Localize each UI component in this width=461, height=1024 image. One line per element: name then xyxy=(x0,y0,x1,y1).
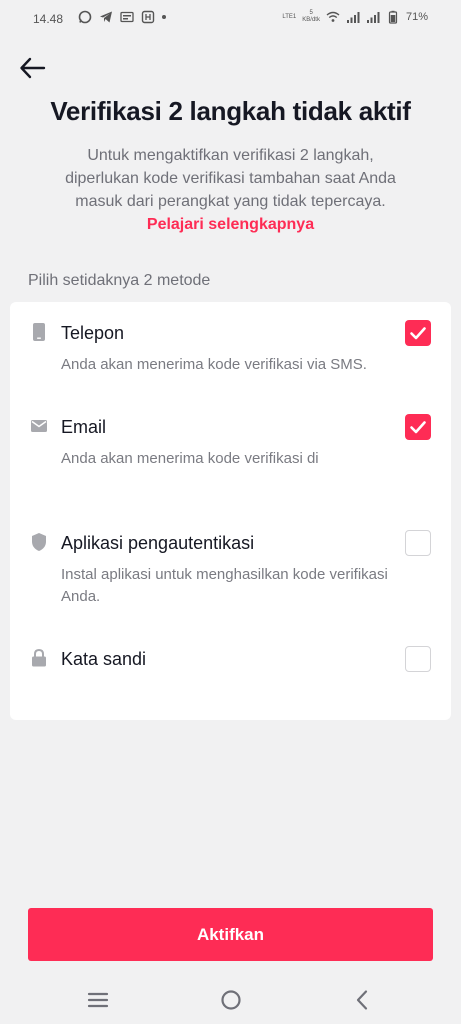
signal-icon-2 xyxy=(366,10,380,24)
lock-icon xyxy=(30,648,48,668)
back-nav-icon[interactable] xyxy=(350,988,376,1012)
method-note: Instal aplikasi untuk menghasilkan kode … xyxy=(61,566,388,605)
network-speed-unit: KB/dtk xyxy=(302,17,320,23)
battery-icon xyxy=(386,10,400,24)
lte-label: LTE1 xyxy=(282,13,297,20)
method-name: Aplikasi pengautentikasi xyxy=(61,533,255,553)
method-checkbox-phone[interactable] xyxy=(405,320,431,346)
page-title: Verifikasi 2 langkah tidak aktif xyxy=(50,96,411,126)
back-arrow-icon xyxy=(20,57,46,79)
method-note: Anda akan menerima kode verifikasi via S… xyxy=(61,356,367,373)
status-bar: 14.48 LTE1 5 KB/dtk 71% xyxy=(0,0,461,38)
app-icon xyxy=(141,10,155,24)
page-description: Untuk mengaktifkan verifikasi 2 langkah,… xyxy=(50,144,411,236)
checkmark-icon xyxy=(410,327,426,340)
back-button[interactable] xyxy=(18,54,48,82)
battery-percent: 71% xyxy=(405,11,428,23)
learn-more-link[interactable]: Pelajari selengkapnya xyxy=(147,216,314,233)
recent-apps-icon[interactable] xyxy=(85,988,111,1012)
description-text: Untuk mengaktifkan verifikasi 2 langkah,… xyxy=(65,147,396,210)
card-icon xyxy=(120,10,134,24)
network-speed: 5 KB/dtk xyxy=(302,10,320,24)
notification-icons xyxy=(78,10,166,24)
method-checkbox-email[interactable] xyxy=(405,414,431,440)
phone-icon xyxy=(30,322,48,342)
method-name: Kata sandi xyxy=(61,649,147,669)
system-nav-bar xyxy=(0,980,461,1020)
more-notifications-dot xyxy=(162,15,166,19)
method-checkbox-password[interactable] xyxy=(405,646,431,672)
signal-icon xyxy=(346,10,360,24)
mail-icon xyxy=(30,416,48,436)
system-icons: LTE1 5 KB/dtk 71% xyxy=(282,10,428,24)
checkmark-icon xyxy=(410,421,426,434)
lte-indicator: LTE1 xyxy=(282,14,296,21)
method-note: Anda akan menerima kode verifikasi di xyxy=(61,450,319,467)
telegram-icon xyxy=(99,10,113,24)
whatsapp-icon xyxy=(78,10,92,24)
home-icon[interactable] xyxy=(218,988,244,1012)
methods-card: Telepon Anda akan menerima kode verifika… xyxy=(10,302,451,720)
status-time: 14.48 xyxy=(33,12,64,26)
activate-button[interactable]: Aktifkan xyxy=(28,908,433,961)
method-name: Telepon xyxy=(61,323,125,343)
section-label: Pilih setidaknya 2 metode xyxy=(28,272,211,289)
wifi-icon xyxy=(326,10,340,24)
shield-icon xyxy=(30,532,48,552)
method-name: Email xyxy=(61,417,107,437)
network-speed-value: 5 xyxy=(309,10,313,16)
method-checkbox-authenticator[interactable] xyxy=(405,530,431,556)
